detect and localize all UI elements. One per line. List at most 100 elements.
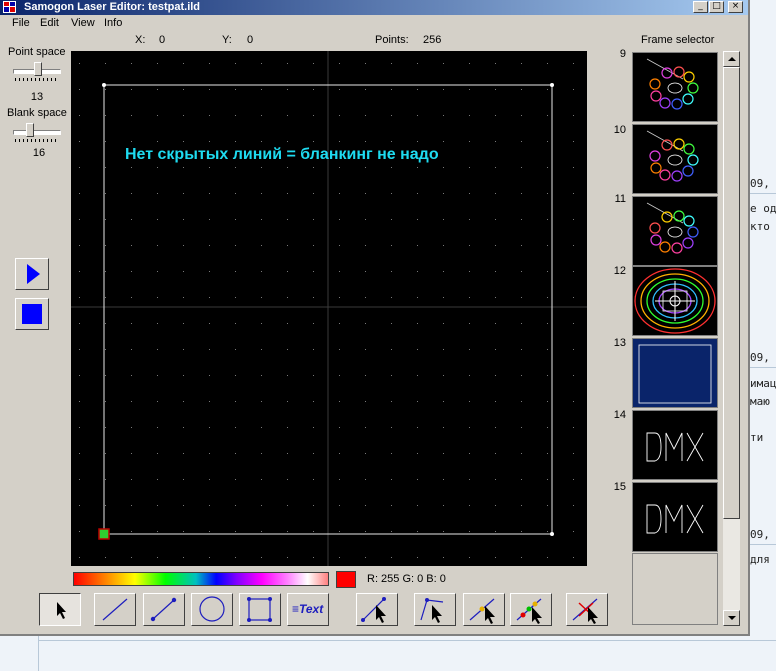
polyline-icon xyxy=(150,597,177,622)
frame-number: 15 xyxy=(613,481,626,493)
select-point-tool-button[interactable] xyxy=(356,593,398,626)
slider-thumb[interactable] xyxy=(26,123,34,137)
close-button[interactable]: × xyxy=(728,1,743,13)
x-value: 0 xyxy=(159,34,166,46)
bg-text: имац xyxy=(750,377,776,390)
blank-space-slider[interactable] xyxy=(13,122,61,142)
frame-thumbnail-12[interactable] xyxy=(632,266,718,336)
line-icon xyxy=(102,598,128,621)
menu-info[interactable]: Info xyxy=(104,17,122,29)
select-arrow-icon xyxy=(57,602,66,619)
menu-view[interactable]: View xyxy=(71,17,95,29)
window-title: Samogon Laser Editor: testpat.ild xyxy=(24,1,201,13)
scroll-thumb[interactable] xyxy=(723,67,740,519)
frame-number: 9 xyxy=(619,48,626,60)
bg-text: 09, : xyxy=(750,177,776,190)
point-space-value: 13 xyxy=(30,91,44,103)
drawing-canvas[interactable]: Нет скрытых линий = бланкинг не надо xyxy=(71,51,587,566)
stop-icon xyxy=(22,304,42,324)
move-point-icon xyxy=(420,598,444,623)
flower-preview-icon xyxy=(646,202,699,254)
slider-ticks xyxy=(15,139,59,142)
dmx-preview-icon xyxy=(646,432,704,462)
frame-thumbnail-13[interactable] xyxy=(632,338,718,408)
blank-space-label: Blank space xyxy=(7,107,67,119)
line-tool-button[interactable] xyxy=(94,593,136,626)
frame-thumbnail-15[interactable] xyxy=(632,482,718,552)
point-color-tool-button[interactable] xyxy=(463,593,505,626)
bg-text: 09, : xyxy=(750,528,776,541)
minimize-button[interactable]: _ xyxy=(693,1,708,13)
arrow-up-icon xyxy=(728,57,736,61)
frame-scrollbar[interactable] xyxy=(723,51,740,626)
arrow-down-icon xyxy=(728,616,736,620)
points-value: 256 xyxy=(423,34,442,46)
x-label: X: xyxy=(135,34,146,46)
scroll-down-button[interactable] xyxy=(723,610,740,626)
slider-ticks xyxy=(15,78,59,81)
color-palette[interactable] xyxy=(73,572,329,586)
bg-text: для xyxy=(750,553,770,566)
target-preview-icon xyxy=(634,268,716,334)
frame-number: 10 xyxy=(613,124,626,136)
blank-space-value: 16 xyxy=(32,147,46,159)
frame-thumbnail-10[interactable] xyxy=(632,124,718,194)
frame-thumbnail-empty xyxy=(632,553,718,625)
delete-point-icon xyxy=(572,598,598,624)
bg-text: ти xyxy=(750,431,764,444)
polyline-tool-button[interactable] xyxy=(143,593,185,626)
menu-edit[interactable]: Edit xyxy=(40,17,59,29)
frame-number: 11 xyxy=(614,193,626,205)
title-bar[interactable]: Samogon Laser Editor: testpat.ild _ □ × xyxy=(0,0,748,15)
flower-preview-icon xyxy=(646,130,699,182)
scroll-up-button[interactable] xyxy=(723,51,740,67)
flower-preview-icon xyxy=(646,58,699,110)
bg-text: е оди xyxy=(750,202,776,215)
multi-point-color-tool-button[interactable] xyxy=(510,593,552,626)
bg-divider xyxy=(38,630,39,671)
frame-number: 13 xyxy=(613,337,626,349)
maximize-button[interactable]: □ xyxy=(709,1,724,13)
selected-color-swatch[interactable] xyxy=(336,571,356,588)
y-label: Y: xyxy=(222,34,232,46)
points-label: Points: xyxy=(375,34,409,46)
bg-divider xyxy=(750,544,776,545)
frame-thumbnail-11[interactable] xyxy=(632,196,718,266)
bg-text: 09, : xyxy=(750,351,776,364)
rectangle-icon xyxy=(247,597,272,622)
select-point-icon xyxy=(361,597,386,623)
text-tool-icon: ≡Text xyxy=(292,602,324,616)
bg-divider xyxy=(750,367,776,368)
square-preview-icon xyxy=(638,344,712,404)
frame-thumbnail-9[interactable] xyxy=(632,52,718,122)
frame-number: 12 xyxy=(613,265,626,277)
app-icon xyxy=(3,1,16,13)
move-point-tool-button[interactable] xyxy=(414,593,456,626)
play-icon xyxy=(27,264,40,284)
select-tool-button[interactable] xyxy=(39,593,81,626)
rgb-value: R: 255 G: 0 B: 0 xyxy=(367,573,446,585)
menu-file[interactable]: File xyxy=(12,17,30,29)
delete-point-tool-button[interactable] xyxy=(566,593,608,626)
y-value: 0 xyxy=(247,34,254,46)
slider-track xyxy=(13,130,61,135)
rectangle-tool-button[interactable] xyxy=(239,593,281,626)
close-icon: × xyxy=(731,1,740,11)
circle-icon xyxy=(199,596,225,622)
minimize-icon: _ xyxy=(698,1,703,11)
bg-text: кто т xyxy=(750,220,776,233)
play-button[interactable] xyxy=(15,258,49,290)
multi-point-color-icon xyxy=(516,598,542,624)
point-space-slider[interactable] xyxy=(13,61,61,81)
dmx-preview-icon xyxy=(646,504,704,534)
point-space-label: Point space xyxy=(8,46,66,58)
frame-thumbnail-14[interactable] xyxy=(632,410,718,480)
text-tool-button[interactable]: ≡Text xyxy=(287,593,329,626)
slider-thumb[interactable] xyxy=(34,62,42,76)
editor-window: Samogon Laser Editor: testpat.ild _ □ × … xyxy=(0,0,750,636)
maximize-icon: □ xyxy=(712,1,721,11)
stop-button[interactable] xyxy=(15,298,49,330)
circle-tool-button[interactable] xyxy=(191,593,233,626)
bg-text: маю xyxy=(750,395,770,408)
bg-divider xyxy=(38,640,776,641)
